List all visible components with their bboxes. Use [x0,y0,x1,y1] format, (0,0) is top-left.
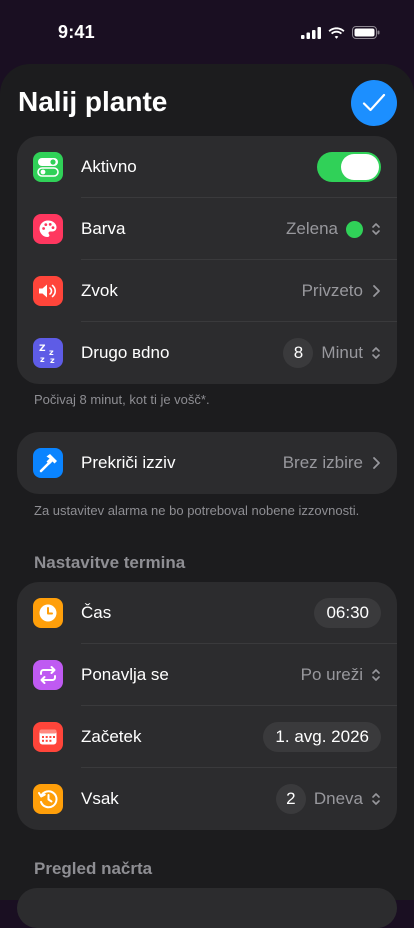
challenge-value: Brez izbire [282,453,363,472]
snooze-value: 8 Minut [283,338,363,368]
wifi-icon [328,26,345,39]
hammer-icon [33,448,63,478]
row-time-label: Čas [81,603,112,622]
chevron-updown-icon [372,347,380,359]
row-start[interactable]: Začetek 1. avg. 2026 [17,706,397,768]
clock-icon [33,598,63,628]
status-icons [301,26,380,39]
preview-section-title: Pregled načrta [34,859,153,878]
chevron-updown-icon [372,793,380,805]
calendar-icon [33,722,63,752]
every-number[interactable]: 2 [275,784,306,814]
cellular-signal-icon [301,26,321,39]
toggle-knob [341,154,379,180]
general-footer-note: Počivaj 8 minut, kot ti je vošč*. [34,392,210,407]
time-value: 06:30 [314,598,381,628]
row-time[interactable]: Čas 06:30 [17,582,397,644]
snooze-number[interactable]: 8 [283,338,314,368]
color-value-text: Zelena [286,219,338,238]
row-snooze-label: Drugo вdno [81,343,170,362]
active-toggle[interactable] [317,152,381,182]
color-dot [346,220,363,238]
toggle-icon [33,152,63,182]
row-challenge-label: Prekriči izziv [81,453,176,472]
row-active-label: Aktivno [81,157,137,176]
row-snooze[interactable]: Zzzz Drugo вdno 8 Minut [17,322,397,384]
zzz-icon: Zzzz [33,338,63,368]
challenge-footer-note: Za ustavitev alarma ne bo potreboval nob… [34,503,360,518]
chevron-right-icon [373,285,380,297]
row-repeat-label: Ponavlja se [81,665,169,684]
page-title: Nalij plante [18,86,168,117]
row-sound[interactable]: Zvok Privzeto [17,260,397,322]
palette-icon [33,214,63,244]
history-icon [33,784,63,814]
repeat-icon [33,660,63,690]
row-challenge[interactable]: Prekriči izziv Brez izbire [17,432,397,494]
date-pill[interactable]: 1. avg. 2026 [263,722,381,752]
done-button[interactable] [351,80,397,126]
row-sound-label: Zvok [81,281,118,300]
schedule-group: Čas 06:30 Ponavlja se Po ureži Začetek 1… [17,582,397,830]
speaker-icon [33,276,63,306]
svg-text:Z: Z [39,344,46,354]
status-bar: 9:41 [0,0,414,64]
every-value: 2 Dneva [275,784,363,814]
svg-text:z: z [40,355,45,364]
row-repeat[interactable]: Ponavlja se Po ureži [17,644,397,706]
battery-icon [352,26,380,39]
chevron-updown-icon [372,669,380,681]
row-every-label: Vsak [81,789,119,808]
checkmark-icon [362,93,386,112]
repeat-value: Po ureži [300,665,363,684]
chevron-updown-icon [372,223,380,235]
row-color[interactable]: Barva Zelena [17,198,397,260]
row-color-label: Barva [81,219,126,238]
row-active[interactable]: Aktivno [17,136,397,198]
every-unit: Dneva [313,789,363,808]
start-value: 1. avg. 2026 [263,722,381,752]
snooze-unit: Minut [321,343,363,362]
color-value: Zelena [286,219,363,239]
sound-value: Privzeto [301,281,363,300]
schedule-section-title: Nastavitve termina [34,553,186,572]
svg-text:z: z [50,356,55,364]
challenge-group: Prekriči izziv Brez izbire [17,432,397,494]
time-pill[interactable]: 06:30 [314,598,381,628]
row-start-label: Začetek [81,727,142,746]
preview-group [17,888,397,928]
status-time: 9:41 [58,22,95,42]
row-every[interactable]: Vsak 2 Dneva [17,768,397,830]
chevron-right-icon [373,457,380,469]
general-settings-group: Aktivno Barva Zelena Zvok Privzeto Zzzz … [17,136,397,384]
